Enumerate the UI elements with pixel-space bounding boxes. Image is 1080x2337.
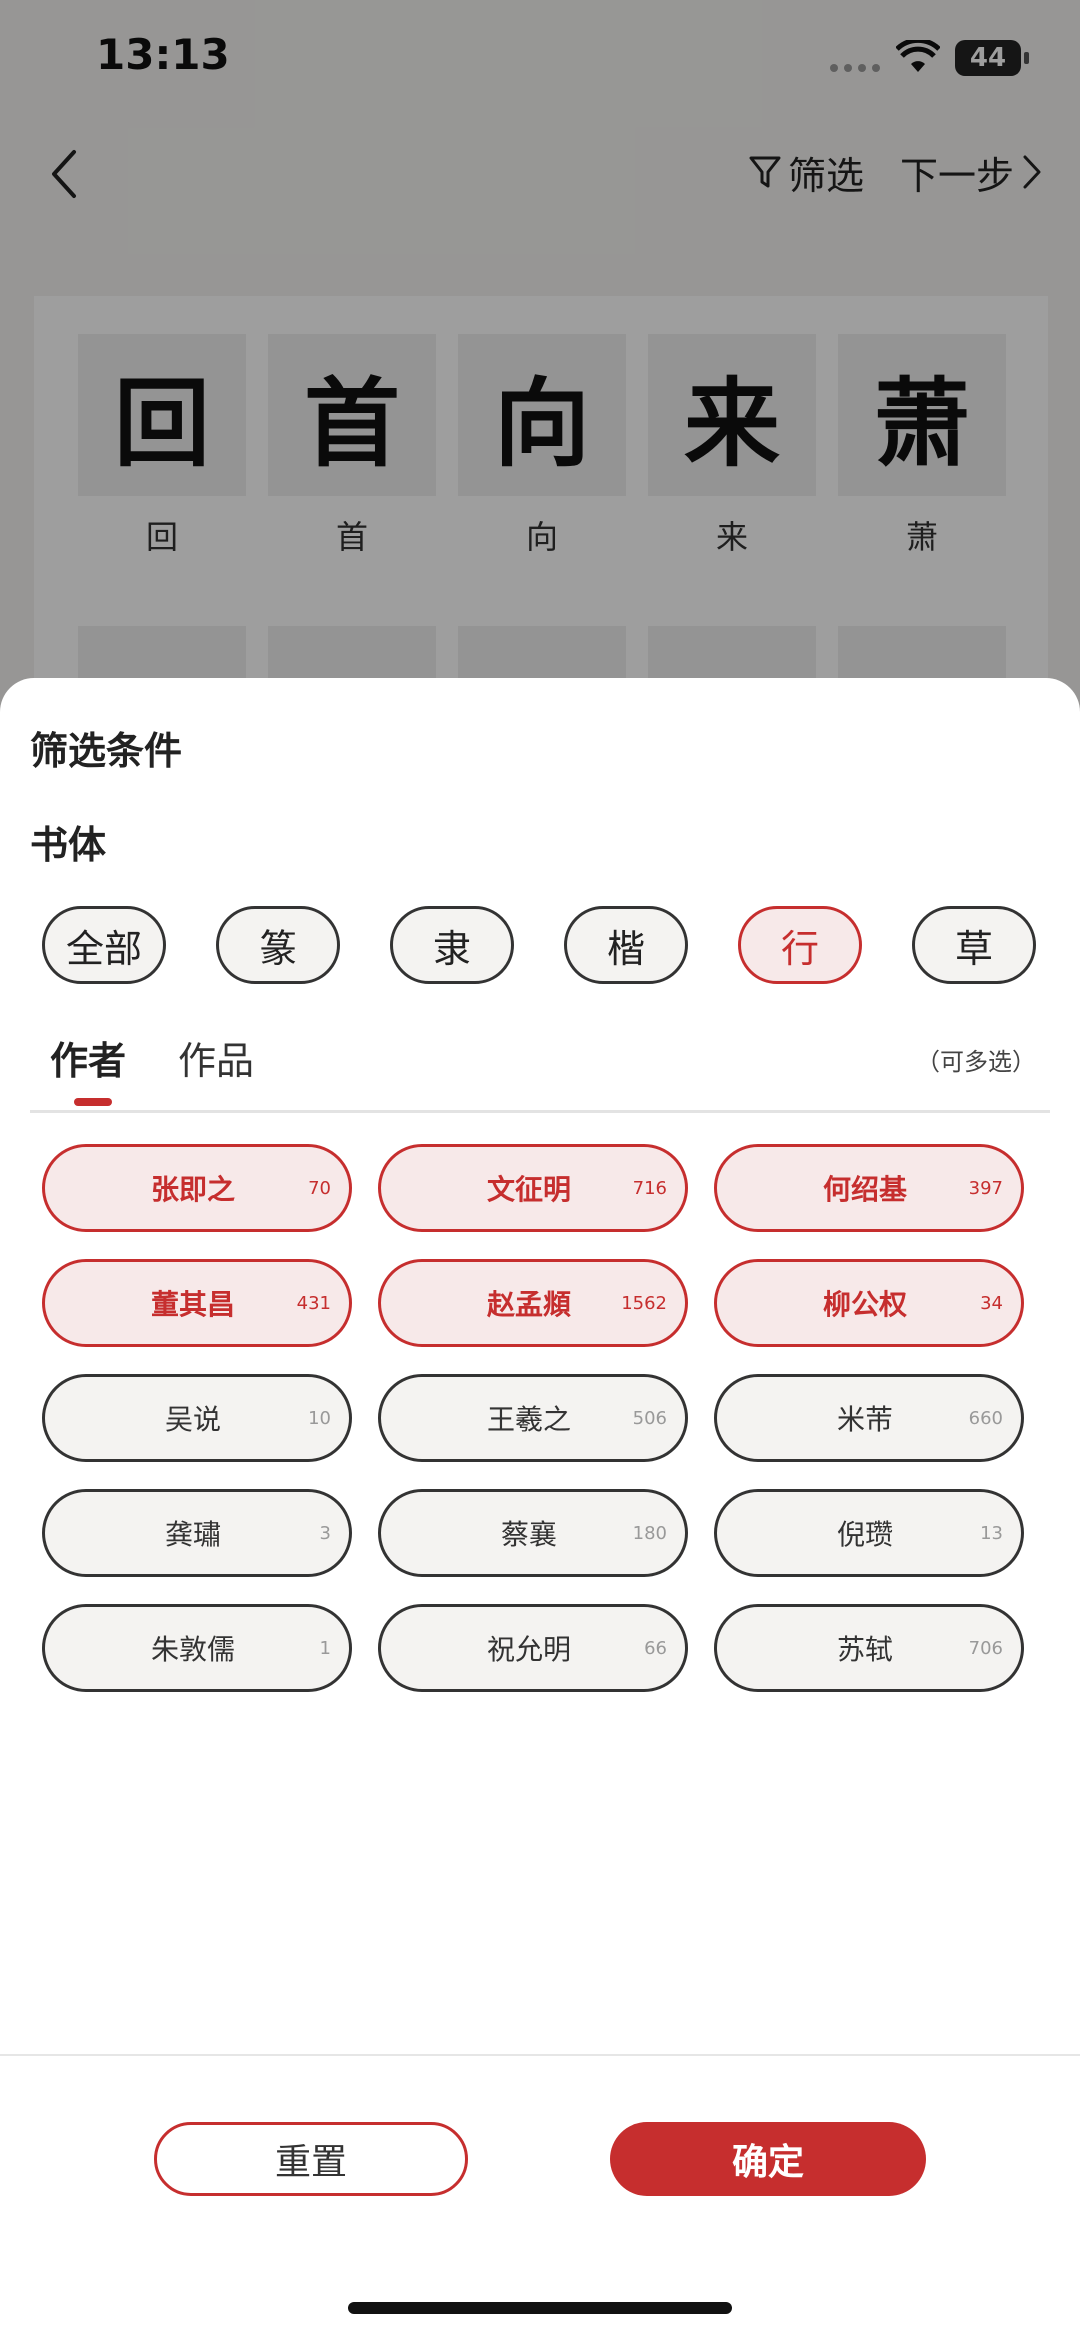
author-work-count: 3: [319, 1522, 331, 1544]
author-chip[interactable]: 柳公权 34: [714, 1259, 1024, 1347]
author-chip[interactable]: 龚璛 3: [42, 1489, 352, 1577]
author-chip[interactable]: 祝允明 66: [378, 1604, 688, 1692]
author-work-count: 13: [980, 1522, 1003, 1544]
script-chip-all[interactable]: 全部: [42, 906, 166, 984]
author-work-count: 431: [296, 1292, 331, 1314]
author-name: 吴说: [164, 1403, 221, 1436]
author-work-count: 34: [980, 1292, 1003, 1314]
author-chip[interactable]: 倪瓒 13: [714, 1489, 1024, 1577]
author-work-count: 397: [968, 1177, 1003, 1199]
tab-author[interactable]: 作者: [50, 1030, 126, 1085]
footer-divider: [0, 2054, 1080, 2056]
author-name: 柳公权: [822, 1288, 907, 1321]
tab-bar: 作者 作品 （可多选）: [30, 1018, 1050, 1113]
author-chip[interactable]: 米芾 660: [714, 1374, 1024, 1462]
author-name: 龚璛: [164, 1518, 221, 1551]
author-work-count: 180: [632, 1522, 667, 1544]
author-chip[interactable]: 王羲之 506: [378, 1374, 688, 1462]
script-options: 全部 篆 隶 楷 行 草: [42, 906, 1042, 990]
home-indicator: [348, 2302, 732, 2314]
author-work-count: 506: [632, 1407, 667, 1429]
author-work-count: 10: [308, 1407, 331, 1429]
author-work-count: 716: [632, 1177, 667, 1199]
author-work-count: 70: [308, 1177, 331, 1199]
author-chip[interactable]: 张即之 70: [42, 1144, 352, 1232]
author-chip[interactable]: 何绍基 397: [714, 1144, 1024, 1232]
filter-sheet: 筛选条件 书体 全部 篆 隶 楷 行 草 作者 作品 （可多选） 张即之 70 文征…: [0, 678, 1080, 2337]
author-name: 朱敦儒: [150, 1633, 235, 1666]
script-section-title: 书体: [30, 823, 107, 867]
author-name: 祝允明: [486, 1633, 571, 1666]
author-work-count: 706: [968, 1637, 1003, 1659]
author-name: 张即之: [150, 1173, 235, 1206]
author-work-count: 1: [319, 1637, 331, 1659]
author-chip[interactable]: 苏轼 706: [714, 1604, 1024, 1692]
tab-works[interactable]: 作品: [178, 1030, 254, 1085]
tab-active-indicator: [74, 1098, 112, 1106]
author-chip[interactable]: 吴说 10: [42, 1374, 352, 1462]
author-work-count: 66: [644, 1637, 667, 1659]
author-chip[interactable]: 蔡襄 180: [378, 1489, 688, 1577]
script-chip-clerical[interactable]: 隶: [390, 906, 514, 984]
author-work-count: 1562: [621, 1292, 667, 1314]
script-chip-running[interactable]: 行: [738, 906, 862, 984]
author-name: 倪瓒: [836, 1518, 893, 1551]
author-list: 张即之 70 文征明 716 何绍基 397 董其昌 431 赵孟頫 1562 柳公权 34 吴说 10 王…: [0, 1144, 1080, 1700]
sheet-title: 筛选条件: [30, 729, 183, 773]
confirm-button[interactable]: 确定: [610, 2122, 926, 2196]
reset-button[interactable]: 重置: [154, 2122, 468, 2196]
author-chip[interactable]: 文征明 716: [378, 1144, 688, 1232]
script-chip-regular[interactable]: 楷: [564, 906, 688, 984]
page: 13:13 44 筛选 下一步 回 回 首 首 向 向 来 来 萧 萧 筛选条件…: [0, 0, 1080, 2337]
author-chip[interactable]: 朱敦儒 1: [42, 1604, 352, 1692]
author-chip[interactable]: 董其昌 431: [42, 1259, 352, 1347]
author-work-count: 660: [968, 1407, 1003, 1429]
script-chip-seal[interactable]: 篆: [216, 906, 340, 984]
multi-select-hint: （可多选）: [916, 1048, 1036, 1076]
author-chip[interactable]: 赵孟頫 1562: [378, 1259, 688, 1347]
script-chip-cursive[interactable]: 草: [912, 906, 1036, 984]
